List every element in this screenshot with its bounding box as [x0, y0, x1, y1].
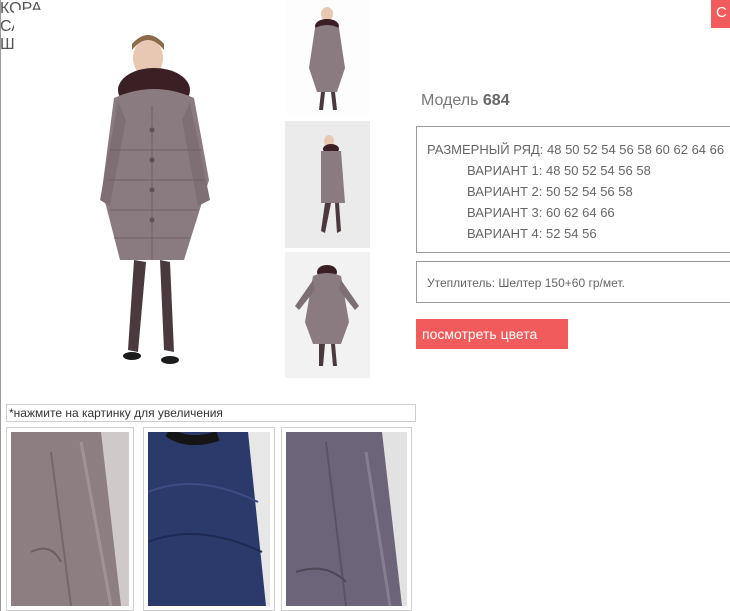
color-swatch-shark[interactable] — [281, 427, 412, 611]
size-range-box: РАЗМЕРНЫЙ РЯД: 48 50 52 54 56 58 60 62 6… — [416, 126, 730, 253]
view-colors-button[interactable]: посмотреть цвета — [416, 319, 568, 349]
model-number: 684 — [482, 92, 510, 109]
color-swatch-kora[interactable] — [6, 427, 134, 611]
color-swatch-sapfir[interactable] — [143, 427, 275, 611]
thumbnail-back[interactable] — [285, 252, 370, 378]
model-title: Модель 684 — [421, 92, 510, 110]
size-range: РАЗМЕРНЫЙ РЯД: 48 50 52 54 56 58 60 62 6… — [427, 142, 725, 157]
coat-model-image — [14, 10, 276, 378]
size-variant-2: ВАРИАНТ 2: 50 52 54 56 58 — [467, 184, 633, 199]
size-variant-3: ВАРИАНТ 3: 60 62 64 66 — [467, 205, 615, 220]
page-left-border — [0, 0, 1, 611]
main-product-photo[interactable] — [14, 10, 276, 378]
insulation-box: Утеплитель: Шелтер 150+60 гр/мет. — [416, 261, 730, 303]
header-corner-button[interactable]: С — [711, 0, 730, 28]
size-variant-4: ВАРИАНТ 4: 52 54 56 — [467, 226, 597, 241]
gallery-hint: *нажмите на картинку для увеличения — [6, 404, 416, 422]
insulation-text: Утеплитель: Шелтер 150+60 гр/мет. — [427, 276, 625, 290]
thumbnail-side[interactable] — [285, 121, 370, 248]
model-prefix: Модель — [421, 92, 479, 109]
thumbnail-front[interactable] — [285, 0, 370, 115]
size-variant-1: ВАРИАНТ 1: 48 50 52 54 56 58 — [467, 163, 651, 178]
